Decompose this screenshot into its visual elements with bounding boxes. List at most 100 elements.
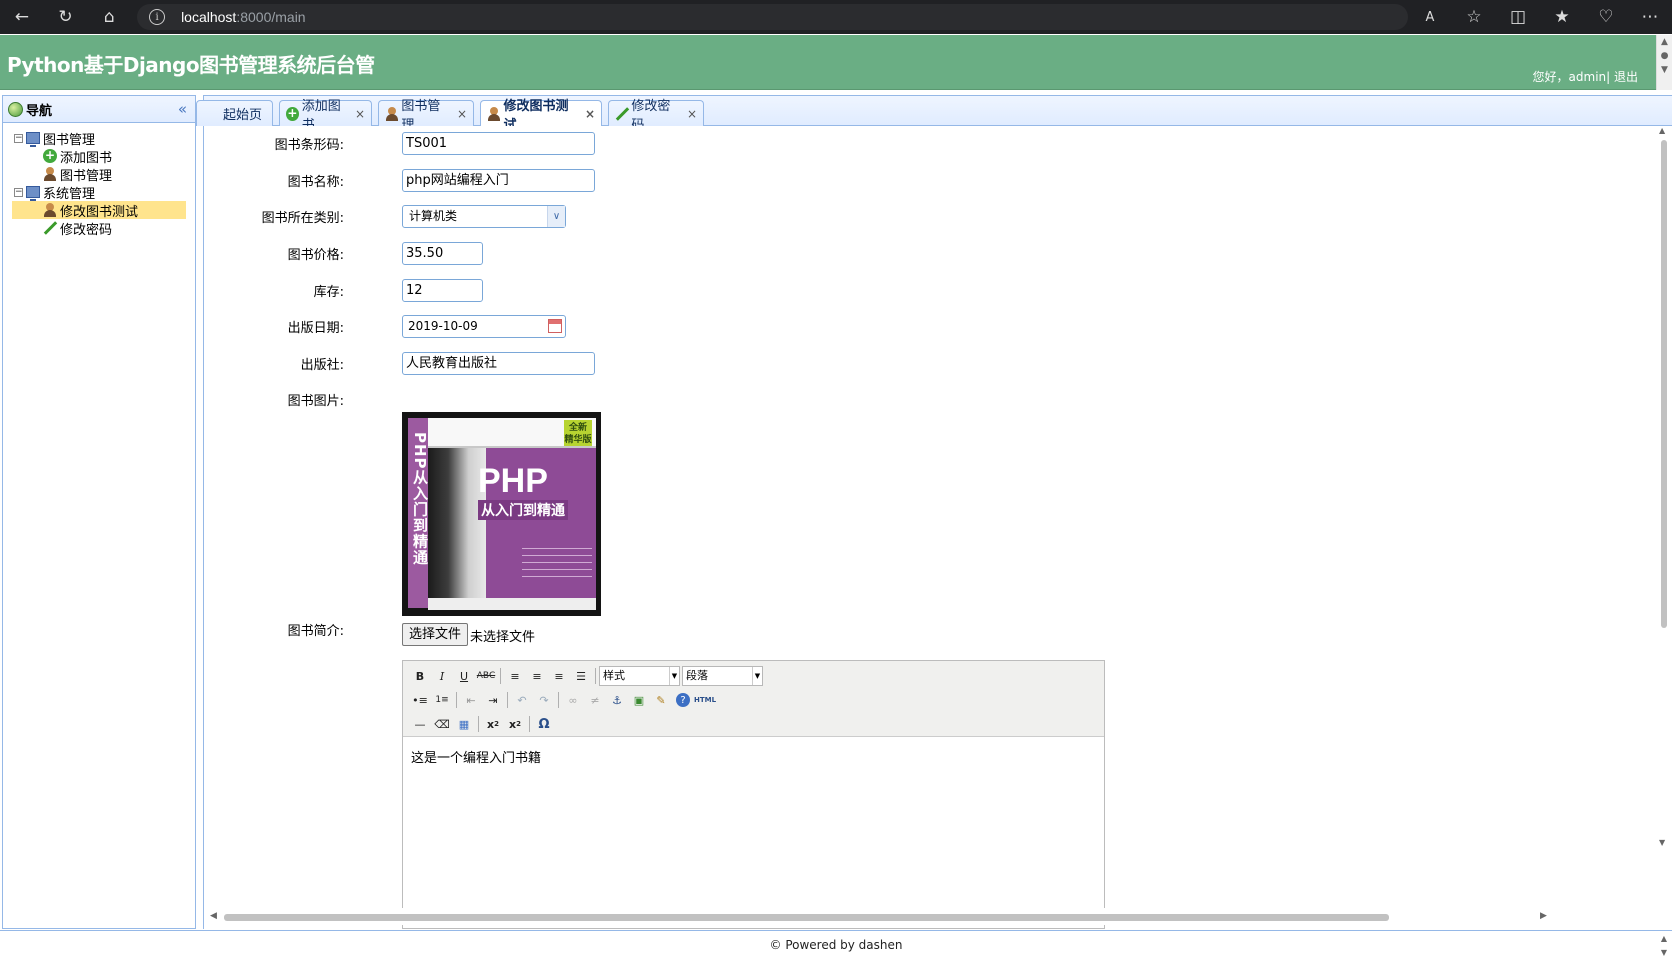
refresh-icon[interactable]: ↻ [44, 0, 88, 34]
tab-close-icon[interactable]: × [585, 107, 595, 121]
tab-change-password[interactable]: 修改密码 × [608, 99, 704, 133]
browser-essentials-icon[interactable]: ♡ [1584, 0, 1628, 34]
price-input[interactable]: 35.50 [402, 242, 483, 265]
unlink-icon[interactable]: ≠ [584, 690, 606, 710]
collapse-icon[interactable]: « [178, 100, 187, 118]
back-icon[interactable]: ← [0, 0, 44, 34]
favorites-icon[interactable]: ★ [1540, 0, 1584, 34]
scroll-right-icon[interactable]: ▶ [1540, 911, 1547, 921]
cleanup-icon[interactable]: ✎ [650, 690, 672, 710]
site-info-icon[interactable]: i [149, 9, 166, 25]
indent-icon[interactable]: ⇥ [482, 690, 504, 710]
tab-close-icon[interactable]: × [687, 107, 697, 121]
undo-icon[interactable]: ↶ [511, 690, 533, 710]
page-scrollbar[interactable]: ▲ ● ▼ [1656, 35, 1672, 90]
table-icon[interactable]: ▦ [453, 714, 475, 734]
strikethrough-icon[interactable]: ABC [475, 666, 497, 686]
help-icon[interactable]: ? [676, 693, 690, 707]
style-select-value: 样式 [603, 669, 625, 682]
chevron-down-icon[interactable]: ▼ [669, 667, 679, 685]
subscript-icon[interactable]: x2 [482, 714, 504, 734]
barcode-input[interactable]: TS001 [402, 132, 595, 155]
description-label: 图书简介: [287, 624, 344, 639]
horizontal-scroll-thumb[interactable] [224, 914, 1389, 921]
outdent-icon[interactable]: ⇤ [460, 690, 482, 710]
category-select[interactable]: 计算机类 ∨ [402, 205, 566, 228]
numbered-list-icon[interactable]: 1≡ [431, 690, 453, 710]
more-icon[interactable]: ⋯ [1628, 0, 1672, 34]
bullet-list-icon[interactable]: •≡ [409, 690, 431, 710]
tree-item-edit-book-test[interactable]: 修改图书测试 [12, 201, 186, 220]
nav-tree: − 图书管理 + 添加图书 图书管理 − 系统管理 修改图书测试 修改密码 [3, 123, 195, 238]
tree-toggle-icon[interactable]: − [14, 187, 23, 197]
tab-home[interactable]: 起始页 [196, 100, 273, 126]
category-value: 计算机类 [409, 209, 458, 223]
tab-book-management[interactable]: 图书管理 × [378, 99, 474, 133]
chevron-down-icon[interactable]: ∨ [547, 206, 565, 227]
tree-item-label: 添加图书 [60, 150, 113, 166]
category-label: 图书所在类别: [261, 211, 344, 226]
italic-icon[interactable]: I [431, 666, 453, 686]
pencil-icon [615, 107, 628, 121]
special-char-icon[interactable]: Ω [533, 714, 555, 734]
superscript-icon[interactable]: x2 [504, 714, 526, 734]
footer-scrollbar[interactable]: ▲ ▼ [1656, 932, 1672, 963]
tree-group-label: 图书管理 [43, 132, 96, 148]
computer-icon [26, 186, 40, 201]
html-source-icon[interactable]: HTML [694, 690, 716, 710]
nav-header: 导航 « [3, 96, 195, 123]
tree-group-book-management[interactable]: − 图书管理 [3, 129, 195, 148]
chevron-down-icon[interactable]: ▼ [752, 667, 762, 685]
content-horizontal-scrollbar[interactable]: ◀ ▶ [204, 908, 1656, 925]
user-icon [43, 167, 57, 181]
align-center-icon[interactable]: ≡ [526, 666, 548, 686]
calendar-icon[interactable] [548, 319, 562, 333]
anchor-icon[interactable]: ⚓ [606, 690, 628, 710]
underline-icon[interactable]: U [453, 666, 475, 686]
photo-label: 图书图片: [287, 394, 344, 409]
editor-content[interactable]: 这是一个编程入门书籍 [403, 737, 1104, 776]
style-select[interactable]: 样式 ▼ [599, 666, 680, 686]
cover-spine-text: PHP从入门到精通 [411, 432, 429, 566]
vertical-scroll-thumb[interactable] [1661, 140, 1667, 628]
horizontal-rule-icon[interactable]: — [409, 714, 431, 734]
tab-add-book[interactable]: + 添加图书 × [279, 99, 372, 133]
tab-close-icon[interactable]: × [457, 107, 467, 121]
book-name-input[interactable]: php网站编程入门 [402, 169, 595, 192]
home-icon[interactable]: ⌂ [87, 0, 131, 34]
scroll-left-icon[interactable]: ◀ [210, 911, 217, 921]
justify-icon[interactable]: ☰ [570, 666, 592, 686]
stock-input[interactable]: 12 [402, 279, 483, 302]
image-icon[interactable]: ▣ [628, 690, 650, 710]
tree-item-book-management[interactable]: 图书管理 [3, 165, 195, 184]
read-aloud-icon[interactable]: A [1408, 0, 1452, 34]
tree-item-label: 修改密码 [60, 222, 113, 238]
book-cover-image: PHP从入门到精通 全新 精华版 PHP 从入门到精通 [402, 412, 601, 616]
tab-close-icon[interactable]: × [355, 107, 365, 121]
content-vertical-scrollbar[interactable]: ▲ ▼ [1655, 126, 1672, 906]
scroll-up-icon[interactable]: ▲ [1659, 126, 1665, 135]
publish-date-input[interactable]: 2019-10-09 [402, 315, 566, 338]
publish-date-label: 出版日期: [287, 321, 344, 336]
split-screen-icon[interactable]: ◫ [1496, 0, 1540, 34]
align-left-icon[interactable]: ≡ [504, 666, 526, 686]
tree-toggle-icon[interactable]: − [14, 133, 23, 143]
link-icon[interactable]: ∞ [562, 690, 584, 710]
tab-edit-book-test[interactable]: 修改图书测试 × [480, 99, 602, 133]
redo-icon[interactable]: ↷ [533, 690, 555, 710]
user-greeting-logout[interactable]: 您好，admin| 退出 [1533, 68, 1638, 85]
publisher-input[interactable]: 人民教育出版社 [402, 352, 595, 375]
scroll-down-icon[interactable]: ▼ [1659, 838, 1665, 847]
tree-group-system-management[interactable]: − 系统管理 [3, 183, 195, 202]
tree-item-add-book[interactable]: + 添加图书 [3, 147, 195, 166]
rich-text-editor[interactable]: B I U ABC ≡ ≡ ≡ ☰ 样式 ▼ 段落 ▼ •≡ 1≡ ⇤ ⇥ ↶ … [402, 660, 1105, 929]
address-bar[interactable]: i localhost:8000/main [137, 4, 1408, 30]
favorite-star-icon[interactable]: ☆ [1452, 0, 1496, 34]
align-right-icon[interactable]: ≡ [548, 666, 570, 686]
choose-file-button[interactable]: 选择文件 [402, 623, 469, 646]
paragraph-select[interactable]: 段落 ▼ [682, 666, 763, 686]
bold-icon[interactable]: B [409, 666, 431, 686]
tree-item-change-password[interactable]: 修改密码 [3, 219, 195, 238]
tree-item-label: 图书管理 [60, 168, 113, 184]
eraser-icon[interactable]: ⌫ [431, 714, 453, 734]
